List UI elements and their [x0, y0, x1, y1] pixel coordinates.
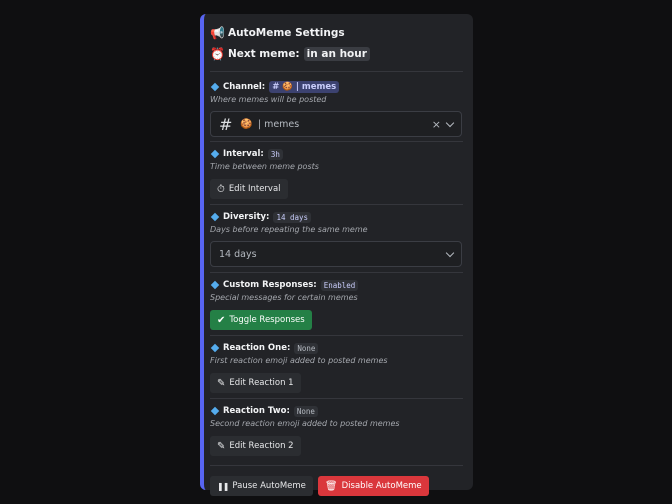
edit-interval-label: Edit Interval	[228, 184, 281, 194]
diversity-hint: Days before repeating the same meme	[210, 225, 368, 234]
diversity-select[interactable]: 14 days	[210, 241, 462, 267]
disable-automeme-button[interactable]: 🗑 Disable AutoMeme	[317, 476, 429, 496]
pencil-icon: ✎	[217, 377, 226, 389]
settings-title: 📢 AutoMeme Settings	[210, 24, 463, 42]
custom-responses-label: Custom Responses:	[223, 280, 317, 290]
channel-field: Channel: # 🍪 | memes	[210, 80, 463, 94]
divider	[210, 71, 463, 72]
diversity-field: Diversity: 14 days	[210, 210, 463, 224]
trash-icon: 🗑	[324, 480, 338, 492]
pause-automeme-label: Pause AutoMeme	[232, 481, 306, 491]
diamond-icon	[210, 343, 220, 353]
interval-value: 3h	[267, 148, 283, 160]
reaction-two-hint: Second reaction emoji added to posted me…	[210, 419, 400, 428]
reaction-one-field: Reaction One: None	[210, 341, 463, 355]
toggle-responses-button[interactable]: ✔ Toggle Responses	[210, 310, 312, 330]
diversity-label: Diversity:	[223, 212, 270, 222]
divider	[210, 141, 463, 142]
footer-actions: ❚❚ Pause AutoMeme 🗑 Disable AutoMeme	[210, 470, 463, 496]
reaction-two-label: Reaction Two:	[223, 406, 290, 416]
edit-reaction-2-label: Edit Reaction 2	[229, 441, 294, 451]
edit-interval-button[interactable]: ⏱ Edit Interval	[210, 179, 288, 199]
clear-icon[interactable]: ×	[432, 118, 441, 131]
divider	[210, 272, 463, 273]
channel-mention[interactable]: # 🍪 | memes	[269, 81, 340, 93]
reaction-one-label: Reaction One:	[223, 343, 291, 353]
cookie-icon: 🍪	[240, 118, 253, 130]
alarm-clock-icon: ⏰	[210, 47, 225, 61]
stopwatch-icon: ⏱	[217, 183, 225, 195]
pencil-icon: ✎	[217, 440, 226, 452]
custom-responses-value: Enabled	[320, 279, 359, 291]
diamond-icon	[210, 149, 220, 159]
divider	[210, 204, 463, 205]
reaction-one-hint: First reaction emoji added to posted mem…	[210, 356, 388, 365]
hash-icon: #	[219, 114, 233, 134]
pause-icon: ❚❚	[217, 481, 229, 491]
toggle-responses-label: Toggle Responses	[229, 315, 305, 325]
interval-section: Interval: 3h Time between meme posts ⏱ E…	[210, 147, 463, 199]
reaction-two-field: Reaction Two: None	[210, 404, 463, 418]
diamond-icon	[210, 82, 220, 92]
divider	[210, 398, 463, 399]
checkmark-icon: ✔	[217, 314, 226, 326]
diversity-section: Diversity: 14 days Days before repeating…	[210, 210, 463, 267]
title-text: AutoMeme Settings	[227, 27, 345, 39]
disable-automeme-label: Disable AutoMeme	[341, 481, 422, 491]
edit-reaction-1-button[interactable]: ✎ Edit Reaction 1	[210, 373, 301, 393]
megaphone-icon: 📢	[210, 26, 225, 40]
pause-automeme-button[interactable]: ❚❚ Pause AutoMeme	[210, 476, 313, 496]
diamond-icon	[210, 280, 220, 290]
diversity-value: 14 days	[273, 211, 312, 223]
next-meme-row: ⏰ Next meme: in an hour	[210, 45, 463, 63]
reaction-two-value: None	[293, 405, 318, 417]
custom-responses-field: Custom Responses: Enabled	[210, 278, 463, 292]
interval-field: Interval: 3h	[210, 147, 463, 161]
diamond-icon	[210, 406, 220, 416]
divider	[210, 335, 463, 336]
diamond-icon	[210, 212, 220, 222]
channel-label: Channel:	[223, 82, 266, 92]
edit-reaction-2-button[interactable]: ✎ Edit Reaction 2	[210, 436, 301, 456]
interval-label: Interval:	[223, 149, 264, 159]
reaction-one-value: None	[294, 342, 319, 354]
channel-select[interactable]: # 🍪 | memes ×	[210, 111, 462, 137]
edit-reaction-1-label: Edit Reaction 1	[229, 378, 294, 388]
reaction-one-section: Reaction One: None First reaction emoji …	[210, 341, 463, 393]
channel-select-value: | memes	[257, 118, 300, 130]
automeme-settings-card: 📢 AutoMeme Settings ⏰ Next meme: in an h…	[200, 14, 473, 496]
chevron-down-icon[interactable]	[445, 248, 455, 257]
custom-responses-hint: Special messages for certain memes	[210, 293, 358, 302]
divider	[210, 465, 463, 466]
next-meme-value: in an hour	[303, 47, 370, 61]
chevron-down-icon[interactable]	[445, 118, 455, 127]
next-meme-label: Next meme:	[227, 48, 300, 60]
interval-hint: Time between meme posts	[210, 162, 319, 171]
reaction-two-section: Reaction Two: None Second reaction emoji…	[210, 404, 463, 456]
channel-hint: Where memes will be posted	[210, 95, 327, 104]
channel-section: Channel: # 🍪 | memes Where memes will be…	[210, 80, 463, 137]
custom-responses-section: Custom Responses: Enabled Special messag…	[210, 278, 463, 330]
diversity-select-value: 14 days	[219, 248, 257, 260]
